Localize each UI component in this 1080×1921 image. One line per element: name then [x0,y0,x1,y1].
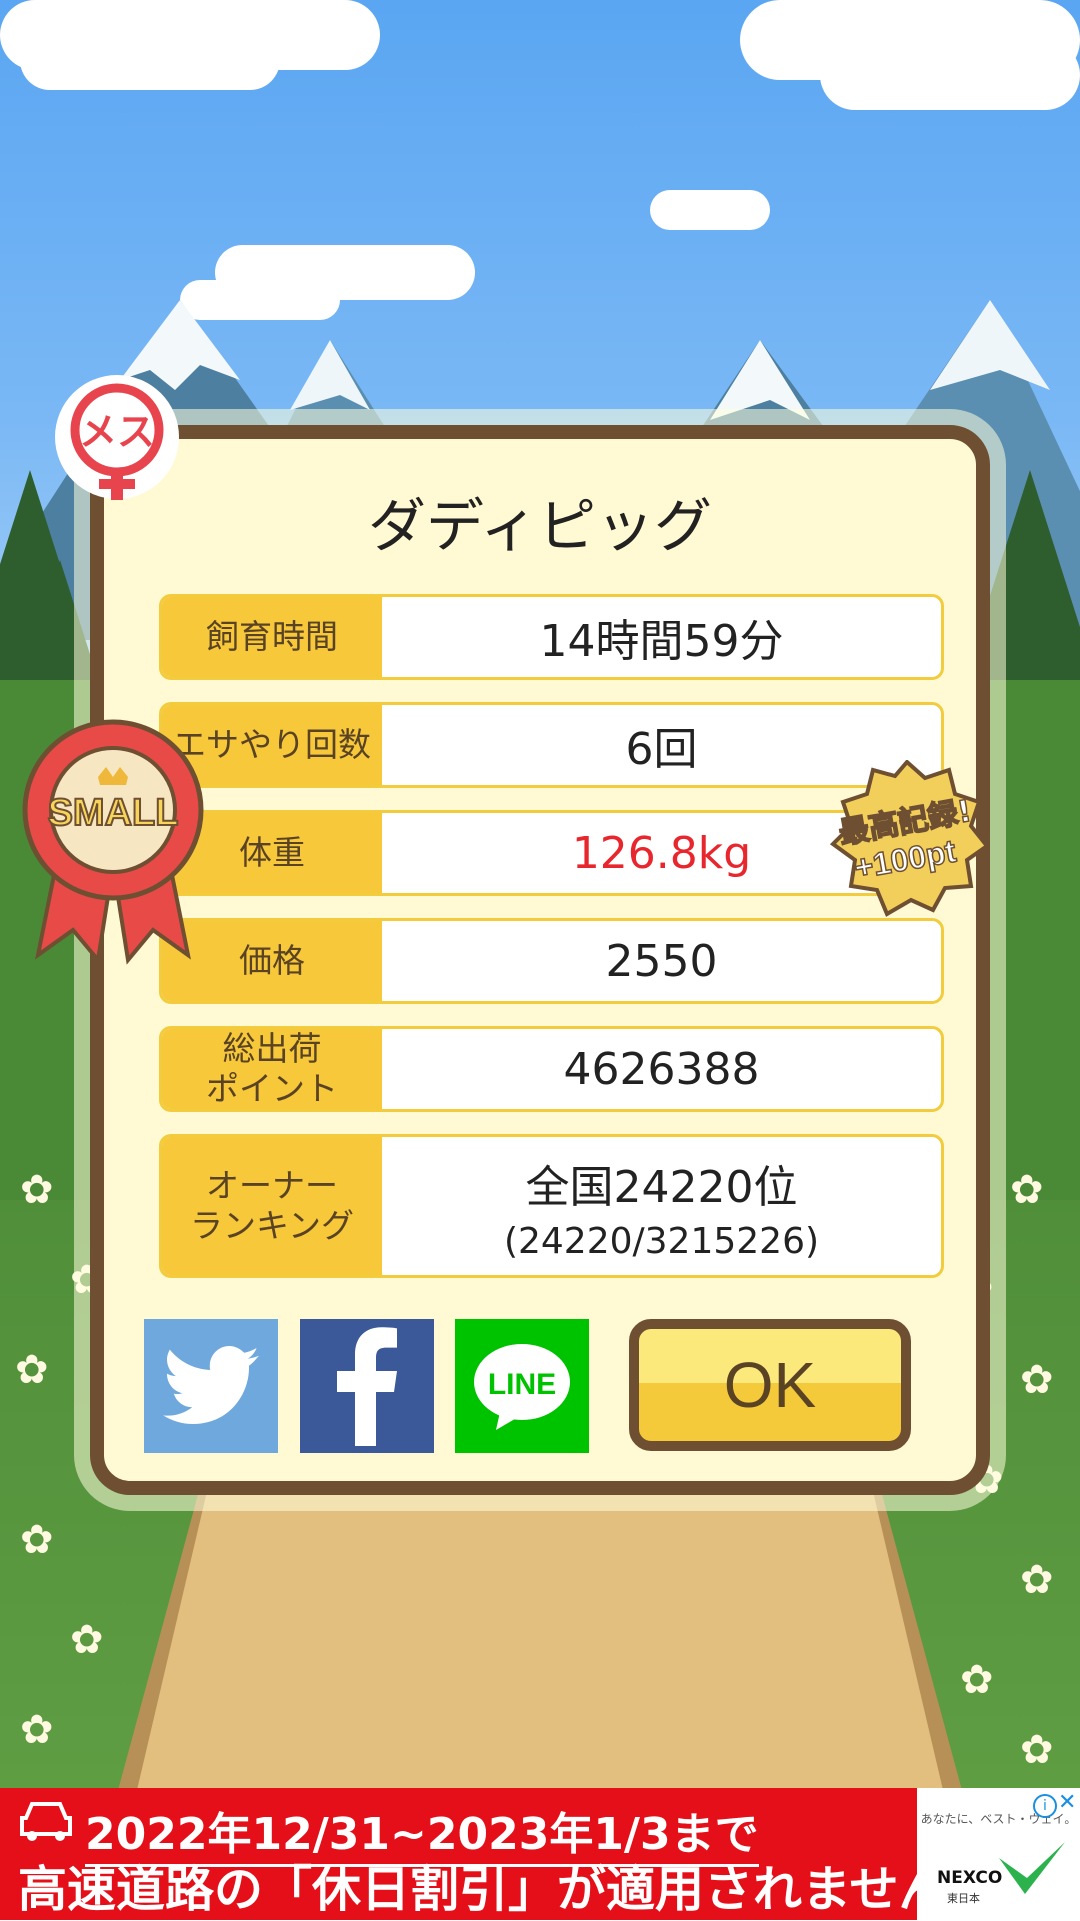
gender-label: メス [79,410,155,454]
size-label: SMALL [48,792,179,834]
female-badge: メス [55,375,179,500]
flower: ✿ [1020,1727,1054,1773]
ad-brand: NEXCO [937,1868,1003,1888]
total-points-row: 総出荷 ポイント 4626388 [159,1026,944,1112]
pig-name-title: ダディピッグ [368,492,712,560]
ad-headline: 高速道路の「休日割引」が適用されません [18,1861,948,1918]
cloud [820,40,1080,110]
flower: ✿ [1010,1167,1044,1213]
ad-tagline: あなたに、ベスト・ウェイ。 [920,1812,1077,1826]
rearing-time-row: 飼育時間 14時間59分 [159,594,944,680]
ad-info-icon[interactable]: i [1033,1794,1057,1818]
facebook-f-icon [337,1327,397,1446]
cloud [20,30,280,90]
flower: ✿ [70,1617,104,1663]
price-row: 価格 2550 [159,918,944,1004]
ok-button[interactable]: OK [629,1319,911,1451]
record-bonus-badge: 最高記録! +100pt [829,760,990,917]
ad-banner[interactable]: 2022年12/31~2023年1/3まで 高速道路の「休日割引」が適用されませ… [0,1788,1080,1920]
flower: ✿ [20,1167,54,1213]
row-value: 14時間59分 [539,616,784,667]
flower: ✿ [20,1517,54,1563]
car-icon [20,1802,72,1841]
twitter-bird-icon [163,1346,259,1424]
flower: ✿ [20,1707,54,1753]
row-label: 飼育時間 [162,597,382,677]
row-label: オーナー ランキング [162,1137,382,1275]
line-icon-label: LINE [488,1368,556,1401]
owner-ranking-row: オーナー ランキング 全国24220位 (24220/3215226) [159,1134,944,1278]
flower: ✿ [1020,1357,1054,1403]
row-value: 4626388 [563,1043,760,1095]
grass-right [990,680,1080,1200]
ranking-value-cell: 全国24220位 (24220/3215226) [382,1137,941,1275]
ranking-value: 全国24220位 [525,1161,798,1213]
cloud [650,190,770,230]
line-share-button[interactable]: LINE [455,1319,589,1453]
row-label: 総出荷 ポイント [162,1029,382,1109]
nexco-check-icon [999,1842,1065,1894]
facebook-share-button[interactable] [300,1319,434,1453]
twitter-share-button[interactable] [144,1319,278,1453]
ranking-detail: (24220/3215226) [503,1220,820,1262]
line-icon: LINE [474,1344,570,1430]
ad-brand-sub: 東日本 [947,1892,980,1905]
ad-close-icon[interactable]: ✕ [1058,1790,1076,1815]
result-dialog: ダディピッグ 飼育時間 14時間59分 エサやり回数 6回 体重 126.8kg… [90,425,990,1495]
row-value: 2550 [605,935,718,987]
flower: ✿ [960,1657,994,1703]
dirt-path [130,1470,950,1820]
flower: ✿ [1020,1557,1054,1603]
small-size-ribbon: SMALL [22,719,204,965]
flower: ✿ [15,1347,49,1393]
